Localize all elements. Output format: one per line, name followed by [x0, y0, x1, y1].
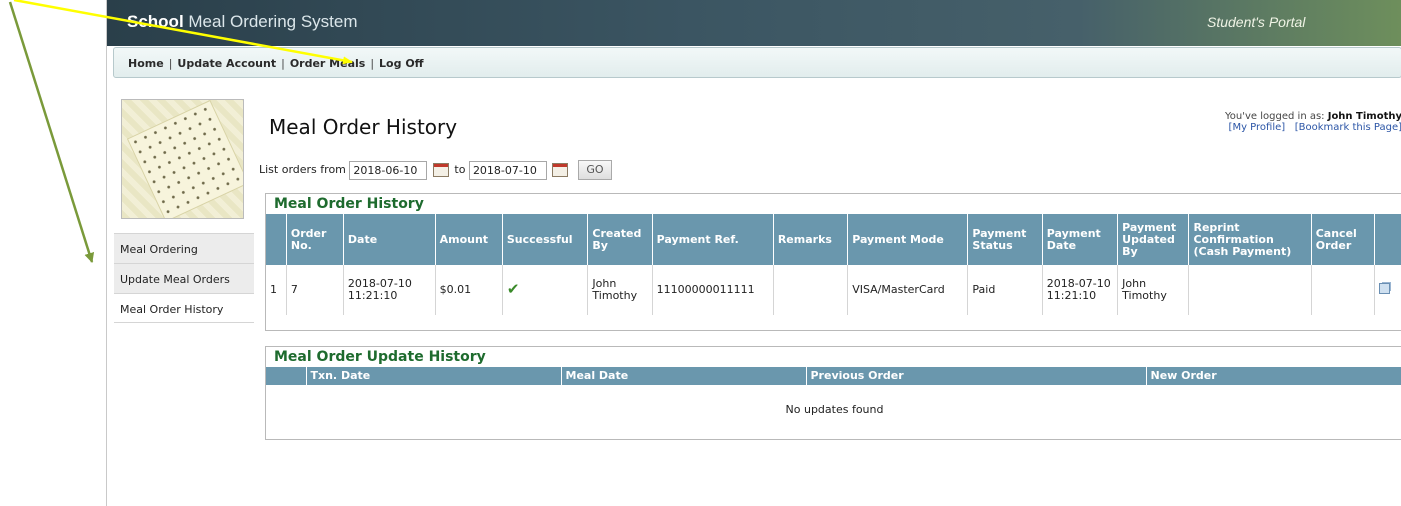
login-prefix: You've logged in as:	[1225, 111, 1328, 122]
calendar-icon[interactable]	[552, 163, 569, 177]
column-header	[1373, 214, 1401, 265]
column-header: Remarks	[772, 214, 848, 265]
column-header: Amount	[434, 214, 503, 265]
top-banner: School Meal Ordering System Student's Po…	[107, 0, 1401, 46]
login-user: John Timothy	[1327, 111, 1401, 122]
page-title: Meal Order History	[269, 115, 458, 139]
date-filter: List orders from 2018-06-10 to 2018-07-1…	[259, 160, 612, 180]
sidebar-item-update-meal-orders[interactable]: Update Meal Orders	[114, 263, 254, 293]
row-index: 1	[270, 283, 277, 296]
column-header: Payment Status	[967, 214, 1043, 265]
column-header: Successful	[501, 214, 588, 265]
reprint-confirmation	[1188, 265, 1312, 315]
table-row: No updates found	[266, 385, 1401, 435]
created-by: John Timothy	[587, 265, 653, 315]
column-header: Txn. Date	[305, 367, 561, 385]
copy-icon[interactable]	[1378, 283, 1390, 294]
column-header: Meal Date	[560, 367, 806, 385]
column-header: Previous Order	[805, 367, 1146, 385]
payment-date: 2018-07-10 11:21:10	[1041, 265, 1118, 315]
empty-message: No updates found	[785, 403, 884, 416]
nav-update-account[interactable]: Update Account	[177, 57, 276, 70]
app-title-bold: School	[127, 12, 184, 31]
update-history-table: Txn. Date Meal Date Previous Order New O…	[266, 367, 1401, 435]
filter-from-label: List orders from	[259, 163, 346, 176]
nav-separator: |	[370, 57, 375, 70]
table-header-row: Order No. Date Amount Successful Created…	[266, 214, 1401, 265]
nav-separator: |	[281, 57, 285, 70]
sidebar-item-meal-order-history[interactable]: Meal Order History	[114, 293, 254, 323]
cancel-order	[1310, 265, 1375, 315]
app-title-rest: Meal Ordering System	[183, 12, 358, 31]
green-arrow	[8, 1, 95, 263]
login-info: You've logged in as: John Timothy [My Pr…	[1172, 111, 1401, 133]
column-header: Date	[342, 214, 436, 265]
column-header: Order No.	[285, 214, 344, 265]
go-button[interactable]: GO	[577, 160, 612, 180]
app-title: School Meal Ordering System	[127, 12, 358, 32]
column-header	[266, 214, 287, 265]
payment-ref: 11100000011111	[651, 265, 774, 315]
remarks	[772, 265, 848, 315]
portal-label: Student's Portal	[1207, 14, 1306, 30]
calendar-icon[interactable]	[432, 163, 449, 177]
update-history-title: Meal Order Update History	[274, 349, 486, 365]
bookmark-link[interactable]: [Bookmark this Page]	[1295, 122, 1401, 133]
column-header: Reprint Confirmation (Cash Payment)	[1188, 214, 1312, 265]
from-date-input[interactable]: 2018-06-10	[349, 160, 428, 180]
nav-home[interactable]: Home	[128, 57, 164, 70]
filter-to-label: to	[454, 163, 466, 176]
main-content: Meal Order History You've logged in as: …	[257, 96, 1401, 506]
sidebar-item-meal-ordering[interactable]: Meal Ordering	[114, 233, 254, 263]
check-icon: ✔	[506, 280, 520, 298]
main-navbar: Home | Update Account | Order Meals | Log Off	[113, 47, 1401, 78]
order-history-table: Order No. Date Amount Successful Created…	[266, 214, 1401, 315]
table-row: 1 7 2018-07-10 11:21:10 $0.01 ✔ John Tim…	[266, 265, 1401, 315]
column-header: Payment Date	[1041, 214, 1118, 265]
order-history-panel: Meal Order History Order No. Date Amount…	[265, 193, 1401, 331]
order-amount: $0.01	[434, 265, 503, 315]
nav-order-meals[interactable]: Order Meals	[290, 57, 366, 70]
app-frame: School Meal Ordering System Student's Po…	[106, 0, 1401, 506]
column-header: Payment Updated By	[1117, 214, 1189, 265]
my-profile-link[interactable]: [My Profile]	[1229, 122, 1286, 133]
payment-mode: VISA/MasterCard	[847, 265, 968, 315]
column-header: Payment Mode	[847, 214, 968, 265]
column-header: Created By	[587, 214, 653, 265]
column-header: Payment Ref.	[651, 214, 774, 265]
payment-updated-by: John Timothy	[1117, 265, 1189, 315]
column-header: New Order	[1145, 367, 1401, 385]
update-history-panel: Meal Order Update History Txn. Date Meal…	[265, 346, 1401, 440]
table-header-row: Txn. Date Meal Date Previous Order New O…	[266, 367, 1401, 385]
order-history-title: Meal Order History	[274, 196, 424, 212]
order-date: 2018-07-10 11:21:10	[342, 265, 436, 315]
payment-status: Paid	[967, 265, 1043, 315]
nav-log-off[interactable]: Log Off	[379, 57, 424, 70]
to-date-input[interactable]: 2018-07-10	[468, 160, 547, 180]
nav-separator: |	[168, 57, 173, 70]
order-no: 7	[285, 265, 344, 315]
column-header: Cancel Order	[1310, 214, 1375, 265]
calendar-image	[121, 99, 244, 219]
